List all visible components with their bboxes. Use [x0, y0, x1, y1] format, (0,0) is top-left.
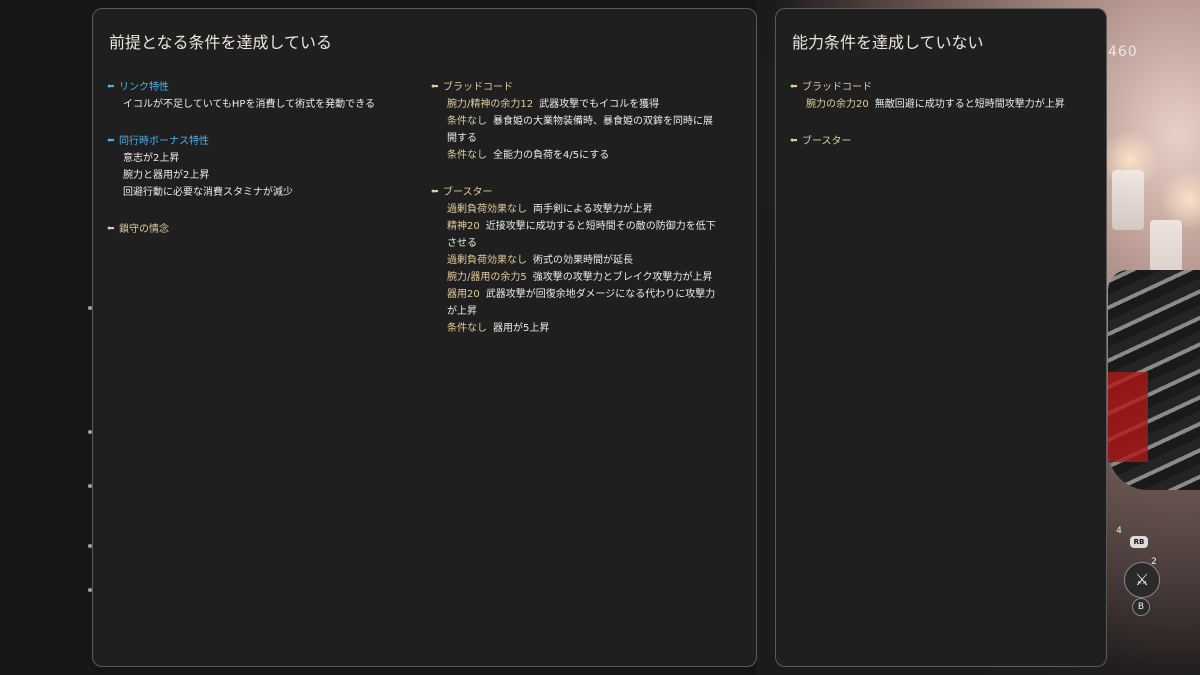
condition-label: 条件なし	[447, 116, 487, 127]
list-item: 腕力/器用の余力5 強攻撃の攻撃力とブレイク攻撃力が上昇	[447, 272, 713, 283]
condition-label: 腕力/精神の余力12	[447, 99, 534, 110]
rb-button-icon: RB	[1130, 536, 1148, 548]
candle	[1112, 170, 1144, 230]
arrow-bullet-icon: ⬅	[431, 82, 439, 92]
group-header[interactable]: ⬅ ブースター	[790, 133, 1090, 150]
slot-count: 2	[1151, 557, 1157, 567]
blood-code-column: ⬅ ブラッドコード 腕力/精神の余力12 武器攻撃でもイコルを獲得 条件なし 暴食姫…	[431, 79, 721, 357]
condition-label: 条件なし	[447, 150, 487, 161]
arrow-bullet-icon: ⬅	[107, 224, 115, 234]
panel-title: 能力条件を達成していない	[792, 33, 984, 52]
condition-label: 器用20	[447, 289, 480, 300]
achieved-conditions-panel: 前提となる条件を達成している ⬅ リンク特性 イコルが不足していてもHPを消費し…	[92, 8, 757, 667]
b-button-icon: B	[1132, 598, 1150, 616]
list-item: 腕力/精神の余力12 武器攻撃でもイコルを獲得	[447, 99, 660, 110]
blood-code-group: ⬅ ブラッドコード 腕力の余力20 無敵回避に成功すると短時間攻撃力が上昇	[790, 79, 1090, 113]
trait-group: ⬅ リンク特性 イコルが不足していてもHPを消費して術式を発動できる	[107, 79, 417, 113]
arrow-bullet-icon: ⬅	[790, 82, 798, 92]
arrow-bullet-icon: ⬅	[107, 136, 115, 146]
condition-label: 過剰負荷効果なし	[447, 255, 527, 266]
booster-group: ⬅ ブースター	[790, 133, 1090, 150]
list-item: 条件なし 器用が5上昇	[447, 323, 550, 334]
character-cloth	[1108, 372, 1148, 462]
arrow-bullet-icon: ⬅	[790, 136, 798, 146]
list-item: 腕力と器用が2上昇	[123, 170, 210, 181]
group-header[interactable]: ⬅ 同行時ボーナス特性	[107, 133, 417, 150]
panel-title: 前提となる条件を達成している	[109, 33, 333, 52]
list-item: イコルが不足していてもHPを消費して術式を発動できる	[123, 99, 375, 110]
list-item: 精神20 近接攻撃に成功すると短時間その敵の防御力を低下させる	[447, 221, 716, 249]
list-item: 過剰負荷効果なし 両手剣による攻撃力が上昇	[447, 204, 653, 215]
condition-label: 腕力の余力20	[806, 99, 869, 110]
list-item: 器用20 武器攻撃が回復余地ダメージになる代わりに攻撃力が上昇	[447, 289, 716, 317]
list-item: 回避行動に必要な消費スタミナが減少	[123, 187, 293, 198]
group-header[interactable]: ⬅ ブラッドコード	[431, 79, 721, 96]
unachieved-column: ⬅ ブラッドコード 腕力の余力20 無敵回避に成功すると短時間攻撃力が上昇 ⬅ ブ…	[790, 79, 1090, 170]
condition-label: 精神20	[447, 221, 480, 232]
group-header[interactable]: ⬅ ブラッドコード	[790, 79, 1090, 96]
list-item: 腕力の余力20 無敵回避に成功すると短時間攻撃力が上昇	[806, 99, 1065, 110]
arrow-bullet-icon: ⬅	[431, 187, 439, 197]
hud-counter: 460	[1108, 44, 1138, 60]
game-screen: 460 RB 4 ⚔ 2 B 前提となる条件を達成している ⬅ リンク特性 イコ…	[0, 0, 1200, 675]
list-item: 過剰負荷効果なし 術式の効果時間が延長	[447, 255, 633, 266]
blood-code-group: ⬅ ブラッドコード 腕力/精神の余力12 武器攻撃でもイコルを獲得 条件なし 暴食姫…	[431, 79, 721, 164]
list-item: 条件なし 全能力の負荷を4/5にする	[447, 150, 610, 161]
group-header[interactable]: ⬅ 鎖守の情念	[107, 221, 417, 238]
group-header[interactable]: ⬅ リンク特性	[107, 79, 417, 96]
traits-column: ⬅ リンク特性 イコルが不足していてもHPを消費して術式を発動できる ⬅ 同行時…	[107, 79, 417, 258]
group-header[interactable]: ⬅ ブースター	[431, 184, 721, 201]
arrow-bullet-icon: ⬅	[107, 82, 115, 92]
condition-label: 過剰負荷効果なし	[447, 204, 527, 215]
list-item: 条件なし 暴食姫の大業物装備時、暴食姫の双鉾を同時に展開する	[447, 116, 713, 144]
unachieved-conditions-panel: 能力条件を達成していない ⬅ ブラッドコード 腕力の余力20 無敵回避に成功すると…	[775, 8, 1107, 667]
list-item: 意志が2上昇	[123, 153, 180, 164]
condition-label: 腕力/器用の余力5	[447, 272, 527, 283]
weapon-skill-icon: ⚔	[1124, 562, 1160, 598]
condition-label: 条件なし	[447, 323, 487, 334]
slot-count: 4	[1116, 526, 1122, 536]
trait-group: ⬅ 鎖守の情念	[107, 221, 417, 238]
trait-group: ⬅ 同行時ボーナス特性 意志が2上昇 腕力と器用が2上昇 回避行動に必要な消費ス…	[107, 133, 417, 201]
booster-group: ⬅ ブースター 過剰負荷効果なし 両手剣による攻撃力が上昇 精神20 近接攻撃に成功…	[431, 184, 721, 337]
